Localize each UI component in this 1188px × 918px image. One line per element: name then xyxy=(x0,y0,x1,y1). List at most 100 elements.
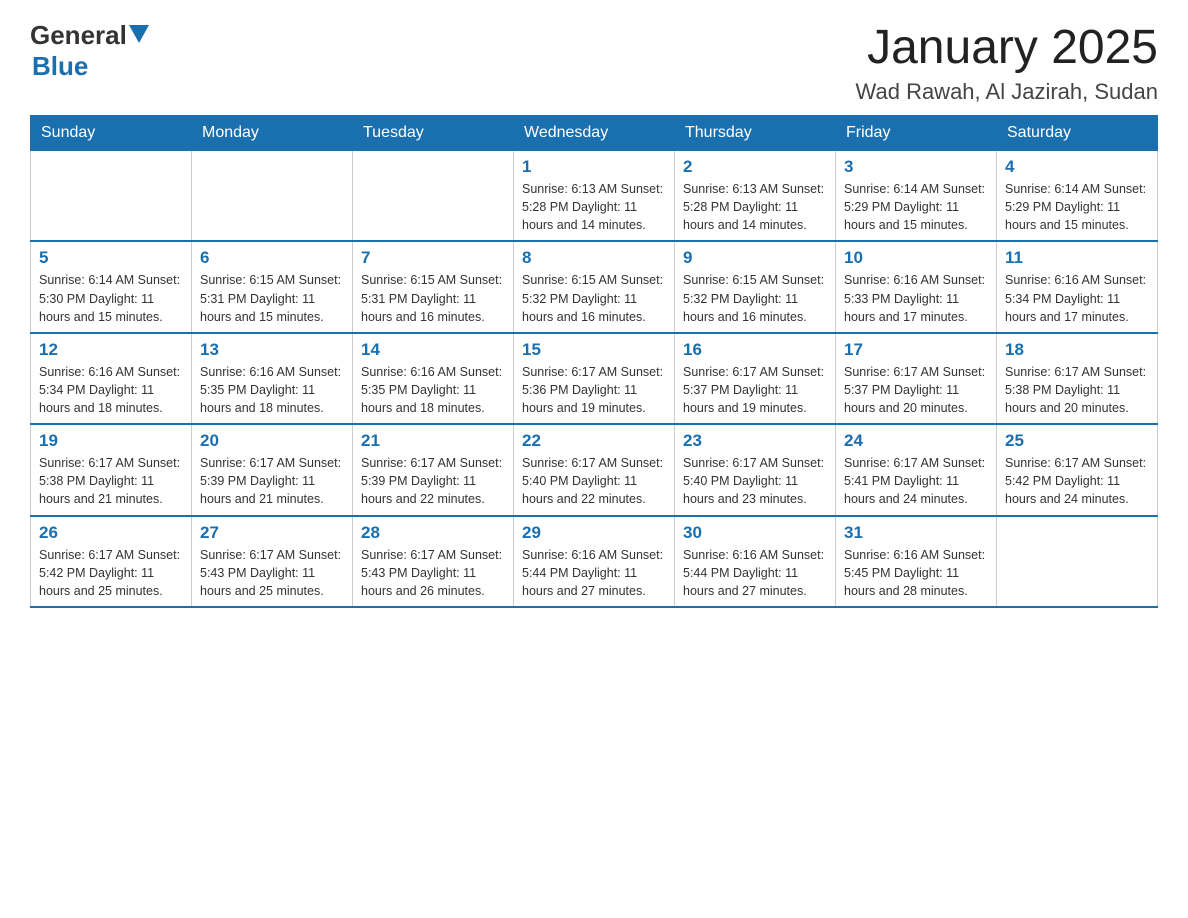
day-number: 27 xyxy=(200,523,344,543)
calendar-cell: 28 Sunrise: 6:17 AM Sunset: 5:43 PM Dayli… xyxy=(353,516,514,607)
day-number: 4 xyxy=(1005,157,1149,177)
day-number: 22 xyxy=(522,431,666,451)
calendar-cell: 5 Sunrise: 6:14 AM Sunset: 5:30 PM Daylig… xyxy=(31,241,192,332)
day-number: 21 xyxy=(361,431,505,451)
day-number: 26 xyxy=(39,523,183,543)
day-number: 12 xyxy=(39,340,183,360)
day-number: 11 xyxy=(1005,248,1149,268)
day-number: 31 xyxy=(844,523,988,543)
calendar-title: January 2025 xyxy=(856,20,1158,75)
day-info: Sunrise: 6:17 AM Sunset: 5:36 PM Dayligh… xyxy=(522,363,666,417)
logo-blue: Blue xyxy=(32,51,88,82)
calendar-cell: 19Sunrise: 6:17 AM Sunset: 5:38 PM Dayli… xyxy=(31,424,192,515)
calendar-cell: 31Sunrise: 6:16 AM Sunset: 5:45 PM Dayli… xyxy=(836,516,997,607)
calendar-cell: 4 Sunrise: 6:14 AM Sunset: 5:29 PM Daylig… xyxy=(997,151,1158,242)
day-info: Sunrise: 6:17 AM Sunset: 5:43 PM Dayligh… xyxy=(200,546,344,600)
calendar-cell: 15 Sunrise: 6:17 AM Sunset: 5:36 PM Dayli… xyxy=(514,333,675,424)
calendar-cell: 14Sunrise: 6:16 AM Sunset: 5:35 PM Dayli… xyxy=(353,333,514,424)
day-info: Sunrise: 6:13 AM Sunset: 5:28 PM Dayligh… xyxy=(522,180,666,234)
day-number: 30 xyxy=(683,523,827,543)
calendar-cell xyxy=(31,151,192,242)
day-number: 13 xyxy=(200,340,344,360)
day-info: Sunrise: 6:17 AM Sunset: 5:37 PM Dayligh… xyxy=(844,363,988,417)
calendar-cell: 26 Sunrise: 6:17 AM Sunset: 5:42 PM Dayli… xyxy=(31,516,192,607)
calendar-cell: 22 Sunrise: 6:17 AM Sunset: 5:40 PM Dayli… xyxy=(514,424,675,515)
calendar-header-row: SundayMondayTuesdayWednesdayThursdayFrid… xyxy=(31,116,1158,151)
calendar-cell: 17 Sunrise: 6:17 AM Sunset: 5:37 PM Dayli… xyxy=(836,333,997,424)
calendar-cell: 25Sunrise: 6:17 AM Sunset: 5:42 PM Dayli… xyxy=(997,424,1158,515)
calendar-cell: 13 Sunrise: 6:16 AM Sunset: 5:35 PM Dayli… xyxy=(192,333,353,424)
calendar-cell: 29 Sunrise: 6:16 AM Sunset: 5:44 PM Dayli… xyxy=(514,516,675,607)
day-number: 6 xyxy=(200,248,344,268)
day-number: 20 xyxy=(200,431,344,451)
day-number: 1 xyxy=(522,157,666,177)
calendar-cell: 10 Sunrise: 6:16 AM Sunset: 5:33 PM Dayli… xyxy=(836,241,997,332)
calendar-cell: 3 Sunrise: 6:14 AM Sunset: 5:29 PM Daylig… xyxy=(836,151,997,242)
calendar-cell: 16Sunrise: 6:17 AM Sunset: 5:37 PM Dayli… xyxy=(675,333,836,424)
calendar-cell: 18 Sunrise: 6:17 AM Sunset: 5:38 PM Dayli… xyxy=(997,333,1158,424)
day-info: Sunrise: 6:17 AM Sunset: 5:38 PM Dayligh… xyxy=(1005,363,1149,417)
calendar-cell: 23Sunrise: 6:17 AM Sunset: 5:40 PM Dayli… xyxy=(675,424,836,515)
day-info: Sunrise: 6:14 AM Sunset: 5:30 PM Dayligh… xyxy=(39,271,183,325)
week-row-1: 1 Sunrise: 6:13 AM Sunset: 5:28 PM Daylig… xyxy=(31,151,1158,242)
day-number: 15 xyxy=(522,340,666,360)
calendar-cell: 27 Sunrise: 6:17 AM Sunset: 5:43 PM Dayli… xyxy=(192,516,353,607)
day-info: Sunrise: 6:14 AM Sunset: 5:29 PM Dayligh… xyxy=(844,180,988,234)
logo-general: General xyxy=(30,20,127,51)
day-header-wednesday: Wednesday xyxy=(514,116,675,151)
day-info: Sunrise: 6:17 AM Sunset: 5:42 PM Dayligh… xyxy=(1005,454,1149,508)
calendar-cell: 8 Sunrise: 6:15 AM Sunset: 5:32 PM Daylig… xyxy=(514,241,675,332)
logo: General Blue xyxy=(30,20,149,82)
calendar-cell: 11Sunrise: 6:16 AM Sunset: 5:34 PM Dayli… xyxy=(997,241,1158,332)
calendar-cell: 20 Sunrise: 6:17 AM Sunset: 5:39 PM Dayli… xyxy=(192,424,353,515)
calendar-cell: 24Sunrise: 6:17 AM Sunset: 5:41 PM Dayli… xyxy=(836,424,997,515)
day-header-monday: Monday xyxy=(192,116,353,151)
calendar-subtitle: Wad Rawah, Al Jazirah, Sudan xyxy=(856,79,1158,105)
day-info: Sunrise: 6:14 AM Sunset: 5:29 PM Dayligh… xyxy=(1005,180,1149,234)
day-number: 3 xyxy=(844,157,988,177)
day-header-sunday: Sunday xyxy=(31,116,192,151)
calendar-cell: 30 Sunrise: 6:16 AM Sunset: 5:44 PM Dayli… xyxy=(675,516,836,607)
day-number: 5 xyxy=(39,248,183,268)
day-number: 7 xyxy=(361,248,505,268)
day-info: Sunrise: 6:15 AM Sunset: 5:31 PM Dayligh… xyxy=(361,271,505,325)
day-info: Sunrise: 6:17 AM Sunset: 5:38 PM Dayligh… xyxy=(39,454,183,508)
day-number: 28 xyxy=(361,523,505,543)
calendar-cell: 1 Sunrise: 6:13 AM Sunset: 5:28 PM Daylig… xyxy=(514,151,675,242)
day-info: Sunrise: 6:16 AM Sunset: 5:44 PM Dayligh… xyxy=(522,546,666,600)
day-info: Sunrise: 6:16 AM Sunset: 5:34 PM Dayligh… xyxy=(39,363,183,417)
week-row-3: 12 Sunrise: 6:16 AM Sunset: 5:34 PM Dayli… xyxy=(31,333,1158,424)
day-number: 29 xyxy=(522,523,666,543)
day-info: Sunrise: 6:16 AM Sunset: 5:33 PM Dayligh… xyxy=(844,271,988,325)
calendar-cell: 2Sunrise: 6:13 AM Sunset: 5:28 PM Daylig… xyxy=(675,151,836,242)
calendar-cell: 6 Sunrise: 6:15 AM Sunset: 5:31 PM Daylig… xyxy=(192,241,353,332)
day-info: Sunrise: 6:16 AM Sunset: 5:35 PM Dayligh… xyxy=(200,363,344,417)
day-number: 10 xyxy=(844,248,988,268)
week-row-4: 19Sunrise: 6:17 AM Sunset: 5:38 PM Dayli… xyxy=(31,424,1158,515)
day-number: 8 xyxy=(522,248,666,268)
calendar-cell: 12 Sunrise: 6:16 AM Sunset: 5:34 PM Dayli… xyxy=(31,333,192,424)
day-info: Sunrise: 6:15 AM Sunset: 5:31 PM Dayligh… xyxy=(200,271,344,325)
page-header: General Blue January 2025 Wad Rawah, Al … xyxy=(30,20,1158,105)
day-info: Sunrise: 6:16 AM Sunset: 5:44 PM Dayligh… xyxy=(683,546,827,600)
day-info: Sunrise: 6:17 AM Sunset: 5:42 PM Dayligh… xyxy=(39,546,183,600)
week-row-2: 5 Sunrise: 6:14 AM Sunset: 5:30 PM Daylig… xyxy=(31,241,1158,332)
day-header-friday: Friday xyxy=(836,116,997,151)
day-info: Sunrise: 6:17 AM Sunset: 5:40 PM Dayligh… xyxy=(522,454,666,508)
day-number: 14 xyxy=(361,340,505,360)
day-number: 9 xyxy=(683,248,827,268)
week-row-5: 26 Sunrise: 6:17 AM Sunset: 5:42 PM Dayli… xyxy=(31,516,1158,607)
calendar-cell: 7 Sunrise: 6:15 AM Sunset: 5:31 PM Daylig… xyxy=(353,241,514,332)
day-number: 18 xyxy=(1005,340,1149,360)
day-number: 17 xyxy=(844,340,988,360)
logo-triangle-icon xyxy=(129,25,149,43)
day-info: Sunrise: 6:17 AM Sunset: 5:39 PM Dayligh… xyxy=(200,454,344,508)
day-header-saturday: Saturday xyxy=(997,116,1158,151)
day-info: Sunrise: 6:17 AM Sunset: 5:40 PM Dayligh… xyxy=(683,454,827,508)
day-info: Sunrise: 6:15 AM Sunset: 5:32 PM Dayligh… xyxy=(522,271,666,325)
day-number: 2 xyxy=(683,157,827,177)
day-info: Sunrise: 6:15 AM Sunset: 5:32 PM Dayligh… xyxy=(683,271,827,325)
day-info: Sunrise: 6:17 AM Sunset: 5:43 PM Dayligh… xyxy=(361,546,505,600)
calendar-cell xyxy=(192,151,353,242)
calendar-cell: 21Sunrise: 6:17 AM Sunset: 5:39 PM Dayli… xyxy=(353,424,514,515)
